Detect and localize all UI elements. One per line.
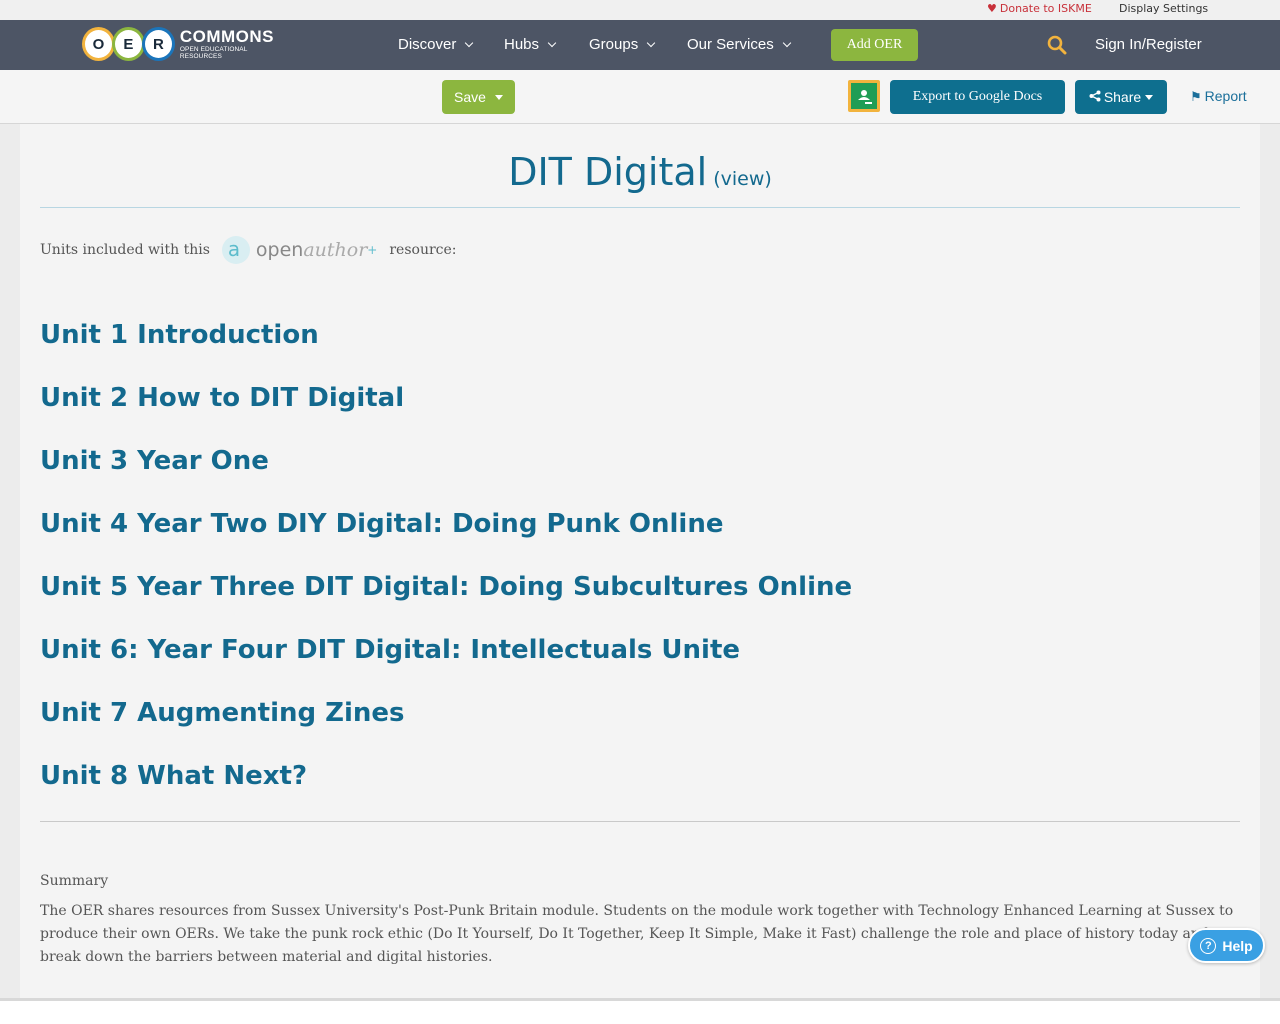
units-list: Unit 1 Introduction Unit 2 How to DIT Di… <box>40 316 852 820</box>
caret-down-icon <box>1145 94 1154 100</box>
share-button[interactable]: Share <box>1075 80 1167 114</box>
title-divider <box>40 207 1240 208</box>
logo-letter-e: E <box>111 27 145 61</box>
donate-link[interactable]: ♥ Donate to ISKME <box>987 2 1092 15</box>
resource-content: DIT Digital (view) Units included with th… <box>20 124 1260 1000</box>
save-label: Save <box>454 89 486 105</box>
add-oer-button[interactable]: Add OER <box>831 29 918 61</box>
help-button[interactable]: ? Help <box>1188 928 1265 963</box>
right-gutter <box>1260 124 1280 1000</box>
chevron-down-icon <box>547 38 557 48</box>
question-circle-icon: ? <box>1200 937 1217 954</box>
logo-wordmark: COMMONS OPEN EDUCATIONAL RESOURCES <box>180 28 287 60</box>
logo-letter-o: O <box>82 27 115 61</box>
openauthor-open: open <box>255 239 304 261</box>
unit-link[interactable]: Unit 4 Year Two DIY Digital: Doing Punk … <box>40 505 852 568</box>
share-label: Share <box>1103 89 1142 105</box>
unit-link[interactable]: Unit 1 Introduction <box>40 316 852 379</box>
nav-hubs-label: Hubs <box>504 36 540 53</box>
openauthor-author: author <box>303 239 368 261</box>
unit-link[interactable]: Unit 2 How to DIT Digital <box>40 379 852 442</box>
help-label: Help <box>1222 937 1253 954</box>
left-gutter <box>0 124 20 1000</box>
openauthor-mark-icon: a <box>221 236 250 264</box>
chevron-down-icon <box>646 38 656 48</box>
donate-label: Donate to ISKME <box>999 2 1092 15</box>
units-intro-suffix: resource: <box>389 242 457 258</box>
unit-link[interactable]: Unit 8 What Next? <box>40 757 852 820</box>
unit-link[interactable]: Unit 6: Year Four DIT Digital: Intellect… <box>40 631 852 694</box>
display-settings-link[interactable]: Display Settings <box>1119 2 1208 15</box>
nav-our-services-label: Our Services <box>687 36 774 53</box>
unit-link[interactable]: Unit 5 Year Three DIT Digital: Doing Sub… <box>40 568 852 631</box>
logo-letter-r: R <box>141 27 175 61</box>
view-link[interactable]: (view) <box>713 168 772 190</box>
chevron-down-icon <box>465 38 474 48</box>
save-button[interactable]: Save <box>442 80 515 114</box>
resource-toolbar: Save Export to Google Docs Share ⚑ Report <box>0 70 1280 124</box>
flag-icon: ⚑ <box>1190 89 1202 104</box>
report-label: Report <box>1204 88 1247 104</box>
utility-bar: ♥ Donate to ISKME Display Settings <box>0 0 1280 20</box>
caret-down-icon <box>494 94 503 100</box>
report-link[interactable]: ⚑ Report <box>1190 88 1247 105</box>
nav-groups[interactable]: Groups <box>589 36 656 53</box>
units-intro: Units included with this a open author + r… <box>40 234 457 266</box>
openauthor-logo: a open author + <box>221 236 378 264</box>
nav-hubs[interactable]: Hubs <box>504 36 557 53</box>
search-icon[interactable] <box>1047 35 1067 55</box>
summary-heading: Summary <box>40 873 109 889</box>
sign-in-register-link[interactable]: Sign In/Register <box>1095 36 1202 53</box>
export-google-docs-button[interactable]: Export to Google Docs <box>890 80 1065 114</box>
summary-divider <box>40 821 1240 822</box>
share-icon <box>1089 89 1101 105</box>
units-intro-text: Units included with this <box>40 242 210 258</box>
heart-icon: ♥ <box>987 2 997 15</box>
logo-tagline: OPEN EDUCATIONAL RESOURCES <box>179 46 248 60</box>
logo-name: COMMONS <box>179 27 275 46</box>
chevron-down-icon <box>782 38 791 48</box>
oer-commons-logo[interactable]: O E R COMMONS OPEN EDUCATIONAL RESOURCES <box>82 25 287 63</box>
google-classroom-button[interactable] <box>848 80 880 112</box>
google-classroom-icon <box>851 83 877 109</box>
page-bottom-edge <box>0 998 1280 1001</box>
page-title: DIT Digital <box>508 150 708 194</box>
summary-text: The OER shares resources from Sussex Uni… <box>40 903 1234 965</box>
title-row: DIT Digital (view) <box>40 150 1240 194</box>
nav-discover-label: Discover <box>398 36 457 53</box>
nav-our-services[interactable]: Our Services <box>687 36 791 53</box>
unit-link[interactable]: Unit 3 Year One <box>40 442 852 505</box>
openauthor-plus: + <box>367 243 378 257</box>
nav-discover[interactable]: Discover <box>398 36 474 53</box>
main-nav: O E R COMMONS OPEN EDUCATIONAL RESOURCES… <box>0 20 1280 70</box>
unit-link[interactable]: Unit 7 Augmenting Zines <box>40 694 852 757</box>
nav-groups-label: Groups <box>589 36 639 53</box>
